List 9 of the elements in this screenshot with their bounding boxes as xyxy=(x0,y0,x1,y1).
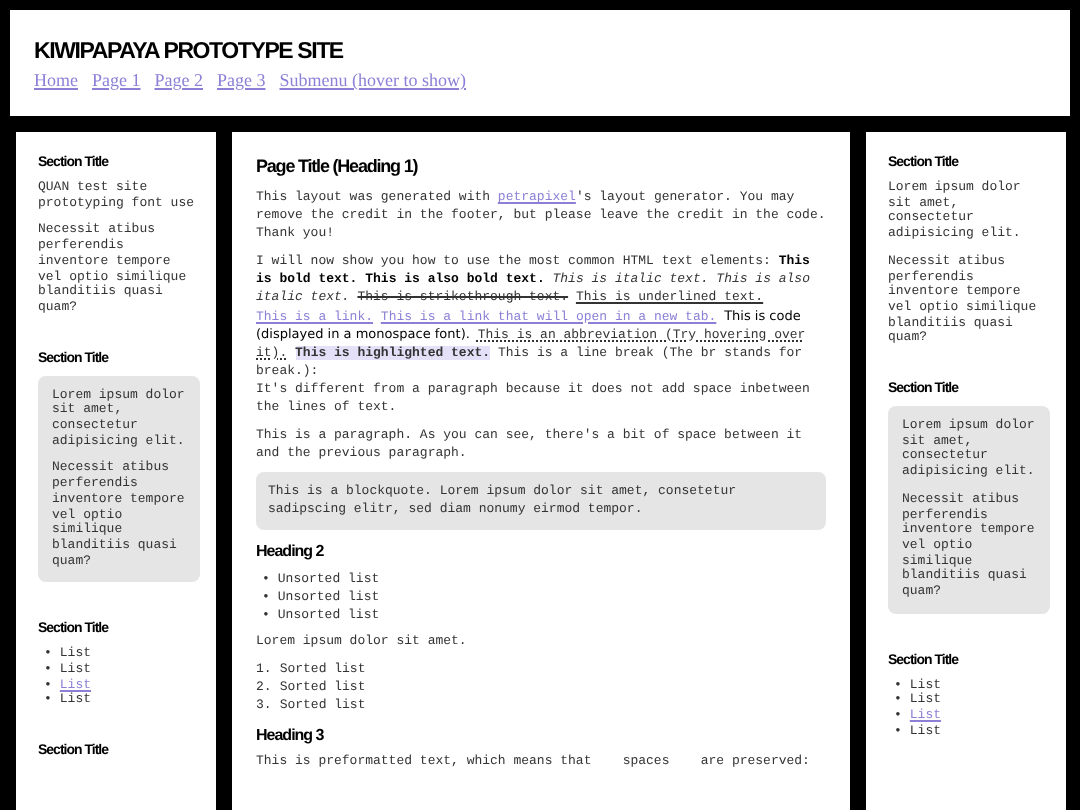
page-title: Page Title (Heading 1) xyxy=(256,156,420,176)
site-title: KIWIPAPAYA PROTOTYPE SITE xyxy=(34,38,346,66)
nav-link[interactable]: Page 1 xyxy=(92,70,141,90)
section-heading: Heading 3 xyxy=(256,725,326,744)
section-heading: Heading 2 xyxy=(256,541,326,559)
nav-link[interactable]: Submenu (hover to show) xyxy=(279,70,466,90)
nav-link[interactable]: Home xyxy=(34,70,78,90)
nav-link[interactable]: Page 2 xyxy=(154,70,203,90)
nav-link[interactable]: Page 3 xyxy=(217,70,266,90)
